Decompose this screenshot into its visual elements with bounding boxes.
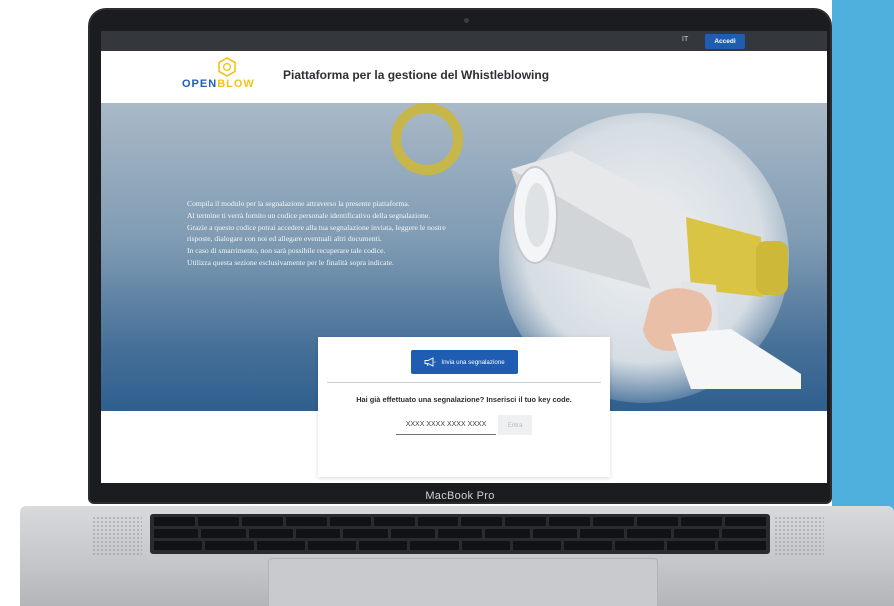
login-button[interactable]: Accedi [705, 34, 745, 49]
speaker-grille [774, 516, 824, 556]
marketing-scene: IT Accedi OPENBLOW Piattaforma per la ge… [0, 0, 894, 606]
key-code-input[interactable] [396, 415, 496, 435]
language-selector[interactable]: IT [682, 36, 688, 43]
hero-line: Utilizza questa sezione esclusivamente p… [187, 257, 394, 267]
page-title: Piattaforma per la gestione del Whistleb… [283, 68, 550, 82]
top-bar: IT Accedi [101, 31, 827, 51]
enter-button[interactable]: Entra [498, 415, 532, 435]
hero-line: risposte, dialogare con noi ed allegare … [187, 234, 382, 244]
keyboard-row [154, 541, 766, 550]
report-card: Invia una segnalazione Hai già effettuat… [318, 337, 610, 477]
camera-icon [464, 18, 469, 23]
hexagon-logo-icon [218, 57, 236, 77]
key-code-prompt: Hai già effettuato una segnalazione? Ins… [356, 395, 572, 404]
trackpad [268, 558, 658, 606]
hero-description: Compila il modulo per la segnalazione at… [187, 198, 529, 269]
keyboard-row [154, 517, 766, 526]
site-header: OPENBLOW Piattaforma per la gestione del… [101, 51, 827, 103]
logo-text-blow: BLOW [217, 78, 255, 90]
hero-line: Compila il modulo per la segnalazione at… [187, 199, 410, 208]
decorative-ring [391, 103, 463, 175]
keyboard-row [154, 529, 767, 538]
speaker-grille [92, 516, 142, 556]
megaphone-icon [424, 357, 436, 367]
laptop-screen: IT Accedi OPENBLOW Piattaforma per la ge… [101, 31, 827, 483]
hero-line: Al termine ti verrà fornito un codice pe… [187, 210, 431, 220]
send-report-label: Invia una segnalazione [441, 358, 505, 366]
logo[interactable]: OPENBLOW [182, 78, 255, 90]
divider [327, 382, 601, 383]
logo-text-open: OPEN [182, 78, 218, 90]
hero-line: Grazie a questo codice potrai accedere a… [187, 222, 446, 232]
keyboard [150, 514, 770, 554]
send-report-button[interactable]: Invia una segnalazione [411, 350, 518, 374]
hero-line: In caso di smarrimento, non sarà possibi… [187, 246, 386, 256]
